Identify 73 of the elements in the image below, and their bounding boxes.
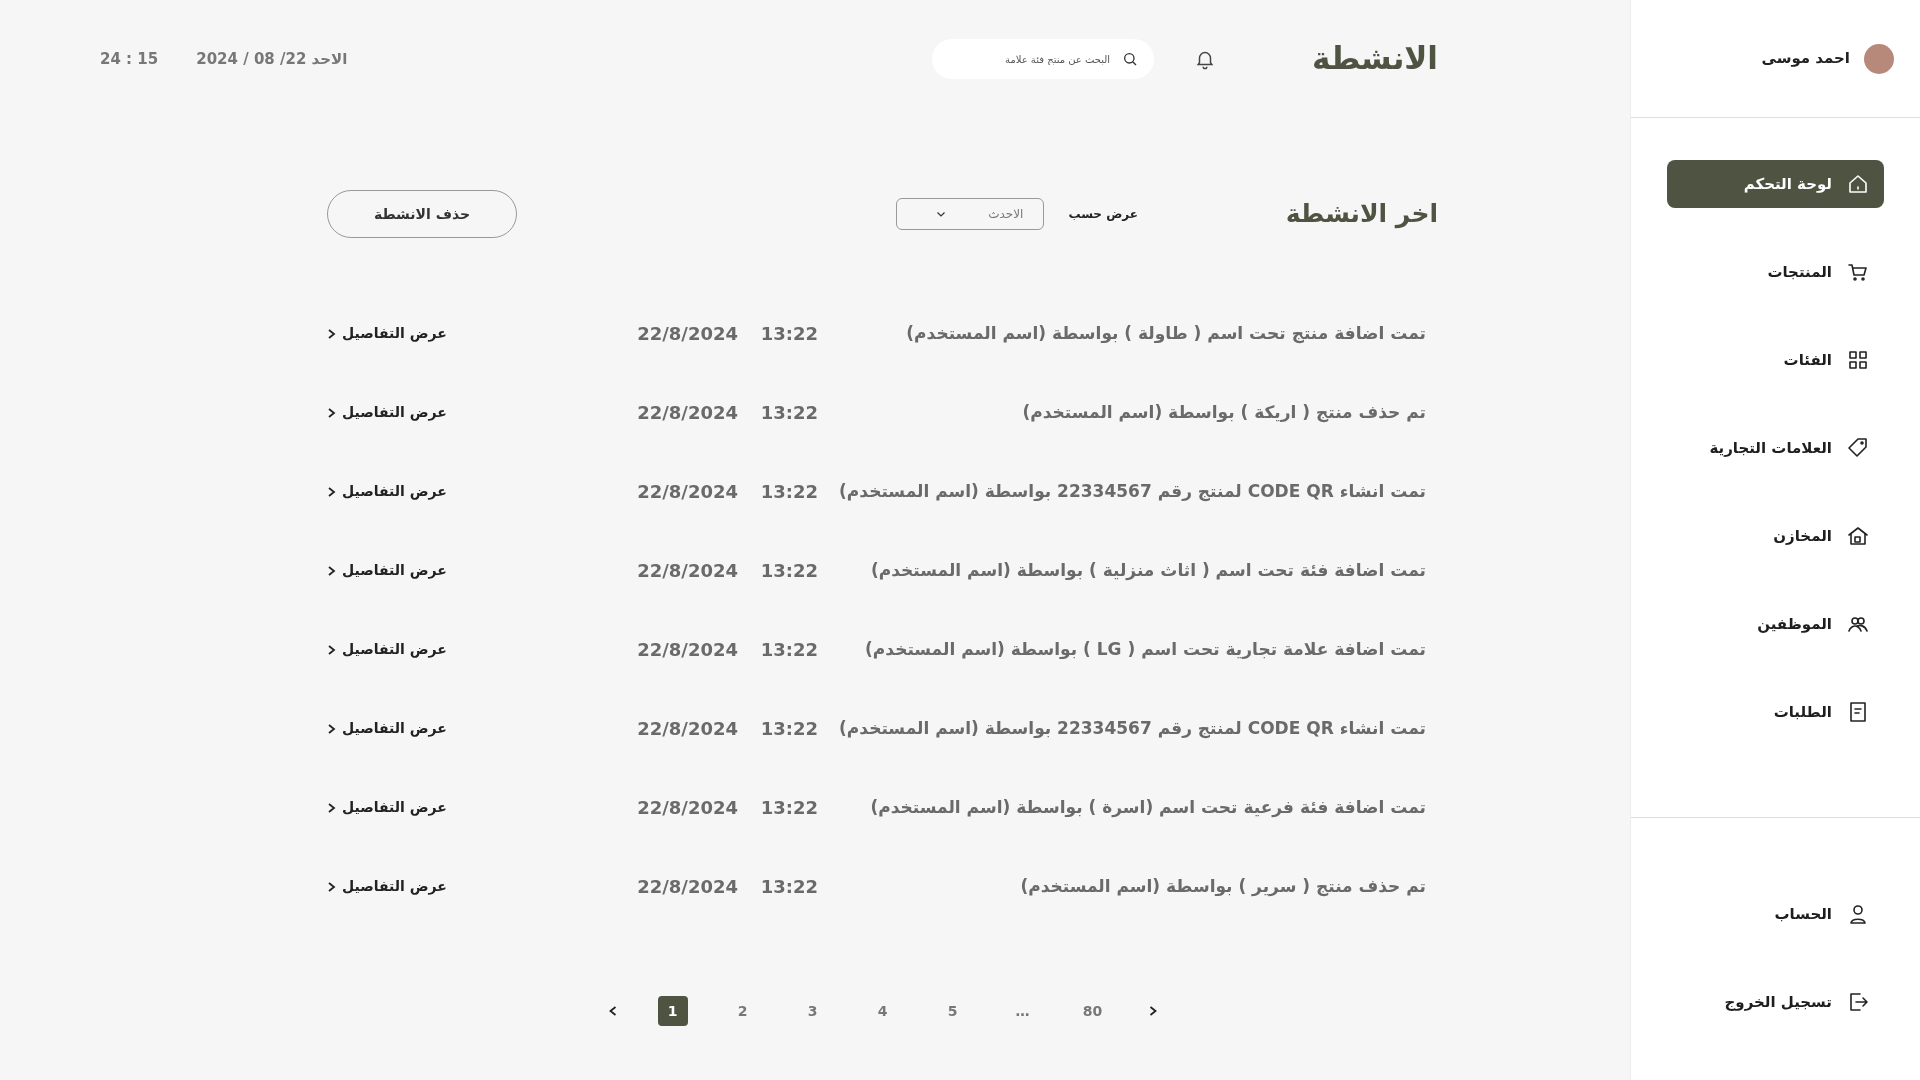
activity-date: 22/8/2024 bbox=[636, 559, 738, 583]
details-link[interactable]: عرض التفاصيل bbox=[327, 481, 447, 502]
chevron-right-icon[interactable] bbox=[1147, 1005, 1158, 1017]
chevron-right-icon bbox=[327, 643, 336, 656]
activity-time: 13:22 bbox=[759, 559, 818, 583]
user-name: احمد موسى bbox=[1761, 48, 1850, 70]
chevron-right-icon bbox=[327, 406, 336, 419]
page-title: الانشطة bbox=[1312, 40, 1438, 78]
activity-text: تمت اضافة فئة فرعية تحت اسم (اسرة ) بواسطة (اسم المستخدم) bbox=[869, 795, 1427, 820]
details-link[interactable]: عرض التفاصيل bbox=[327, 402, 447, 423]
page-link[interactable]: 2 bbox=[727, 996, 758, 1026]
search-input[interactable]: البحث عن منتج فئة علامة bbox=[962, 50, 1113, 68]
activity-time: 13:22 bbox=[759, 717, 818, 741]
grid-icon bbox=[1846, 348, 1870, 372]
sort-dropdown[interactable]: الاحدث bbox=[896, 198, 1045, 230]
chevron-right-icon bbox=[327, 485, 336, 498]
sort-label: عرض حسب bbox=[1068, 206, 1138, 223]
chevron-right-icon bbox=[327, 722, 336, 735]
activity-date: 22/8/2024 bbox=[636, 796, 738, 820]
nav-item[interactable]: الطلبات bbox=[1667, 688, 1884, 736]
avatar[interactable] bbox=[1864, 43, 1894, 74]
activity-text: تمت انشاء CODE QR لمنتج رقم 22334567 بواسطة (اسم المستخدم) bbox=[838, 479, 1427, 504]
nav-item[interactable]: لوحة التحكم bbox=[1667, 160, 1884, 208]
section-heading: اخر الانشطة bbox=[1284, 199, 1438, 229]
activity-time: 13:22 bbox=[759, 401, 818, 425]
activity-time: 13:22 bbox=[759, 480, 818, 504]
search-field[interactable]: البحث عن منتج فئة علامة bbox=[932, 39, 1155, 79]
activity-date: 22/8/2024 bbox=[636, 638, 738, 662]
activity-time: 13:22 bbox=[759, 638, 818, 662]
details-link[interactable]: عرض التفاصيل bbox=[327, 639, 447, 660]
details-link[interactable]: عرض التفاصيل bbox=[327, 560, 447, 581]
activity-date: 22/8/2024 bbox=[636, 717, 738, 741]
nav-item[interactable]: المنتجات bbox=[1667, 248, 1884, 296]
activity-text: تمت اضافة علامة تجارية تحت اسم ( LG ) بواسطة (اسم المستخدم) bbox=[864, 637, 1427, 661]
chevron-right-icon bbox=[327, 880, 336, 893]
nav-item[interactable]: المخازن bbox=[1667, 512, 1884, 560]
chevron-right-icon bbox=[327, 564, 336, 577]
chevron-right-icon bbox=[327, 801, 336, 814]
tag-icon bbox=[1846, 436, 1870, 460]
activity-text: تم حذف منتج ( سرير ) بواسطة (اسم المستخدم) bbox=[1019, 874, 1427, 899]
details-link[interactable]: عرض التفاصيل bbox=[327, 876, 447, 897]
home-icon bbox=[1846, 172, 1870, 196]
activity-date: 22/8/2024 bbox=[636, 480, 738, 504]
activity-text: تمت اضافة منتج تحت اسم ( طاولة ) بواسطة (اسم المستخدم) bbox=[905, 321, 1427, 346]
activity-date: 22/8/2024 bbox=[636, 875, 738, 899]
page-link[interactable]: 4 bbox=[867, 996, 898, 1026]
page-link[interactable]: … bbox=[1007, 996, 1038, 1026]
nav-item[interactable]: الفئات bbox=[1667, 336, 1884, 384]
activity-text: تم حذف منتج ( اريكة ) بواسطة (اسم المستخدم) bbox=[1021, 400, 1427, 425]
page-link[interactable]: 3 bbox=[797, 996, 828, 1026]
details-link[interactable]: عرض التفاصيل bbox=[327, 323, 447, 344]
chevron-right-icon bbox=[327, 327, 336, 340]
nav-item[interactable]: تسجيل الخروج bbox=[1667, 978, 1884, 1026]
time-text: 15 : 24 bbox=[100, 48, 159, 70]
search-icon bbox=[1122, 51, 1139, 67]
nav-item[interactable]: العلامات التجارية bbox=[1667, 424, 1884, 472]
activity-date: 22/8/2024 bbox=[636, 322, 738, 346]
page-link[interactable]: 1 bbox=[657, 996, 688, 1026]
activity-time: 13:22 bbox=[759, 796, 818, 820]
activity-text: تمت اضافة فئة تحت اسم ( اثاث منزلية ) بواسطة (اسم المستخدم) bbox=[870, 558, 1427, 583]
nav-item[interactable]: الحساب bbox=[1667, 890, 1884, 938]
activity-text: تمت انشاء CODE QR لمنتج رقم 22334567 بواسطة (اسم المستخدم) bbox=[838, 716, 1427, 741]
details-link[interactable]: عرض التفاصيل bbox=[327, 718, 447, 739]
house-icon bbox=[1846, 524, 1870, 548]
activity-time: 13:22 bbox=[759, 322, 818, 346]
page-link[interactable]: 5 bbox=[937, 996, 968, 1026]
activity-time: 13:22 bbox=[759, 875, 818, 899]
activity-date: 22/8/2024 bbox=[636, 401, 738, 425]
chevron-left-icon[interactable] bbox=[607, 1005, 618, 1017]
date-text: الاحد 22/ 08 / 2024 bbox=[196, 48, 348, 70]
page-link[interactable]: 80 bbox=[1077, 996, 1108, 1026]
nav-item[interactable]: الموظفين bbox=[1667, 600, 1884, 648]
details-link[interactable]: عرض التفاصيل bbox=[327, 797, 447, 818]
